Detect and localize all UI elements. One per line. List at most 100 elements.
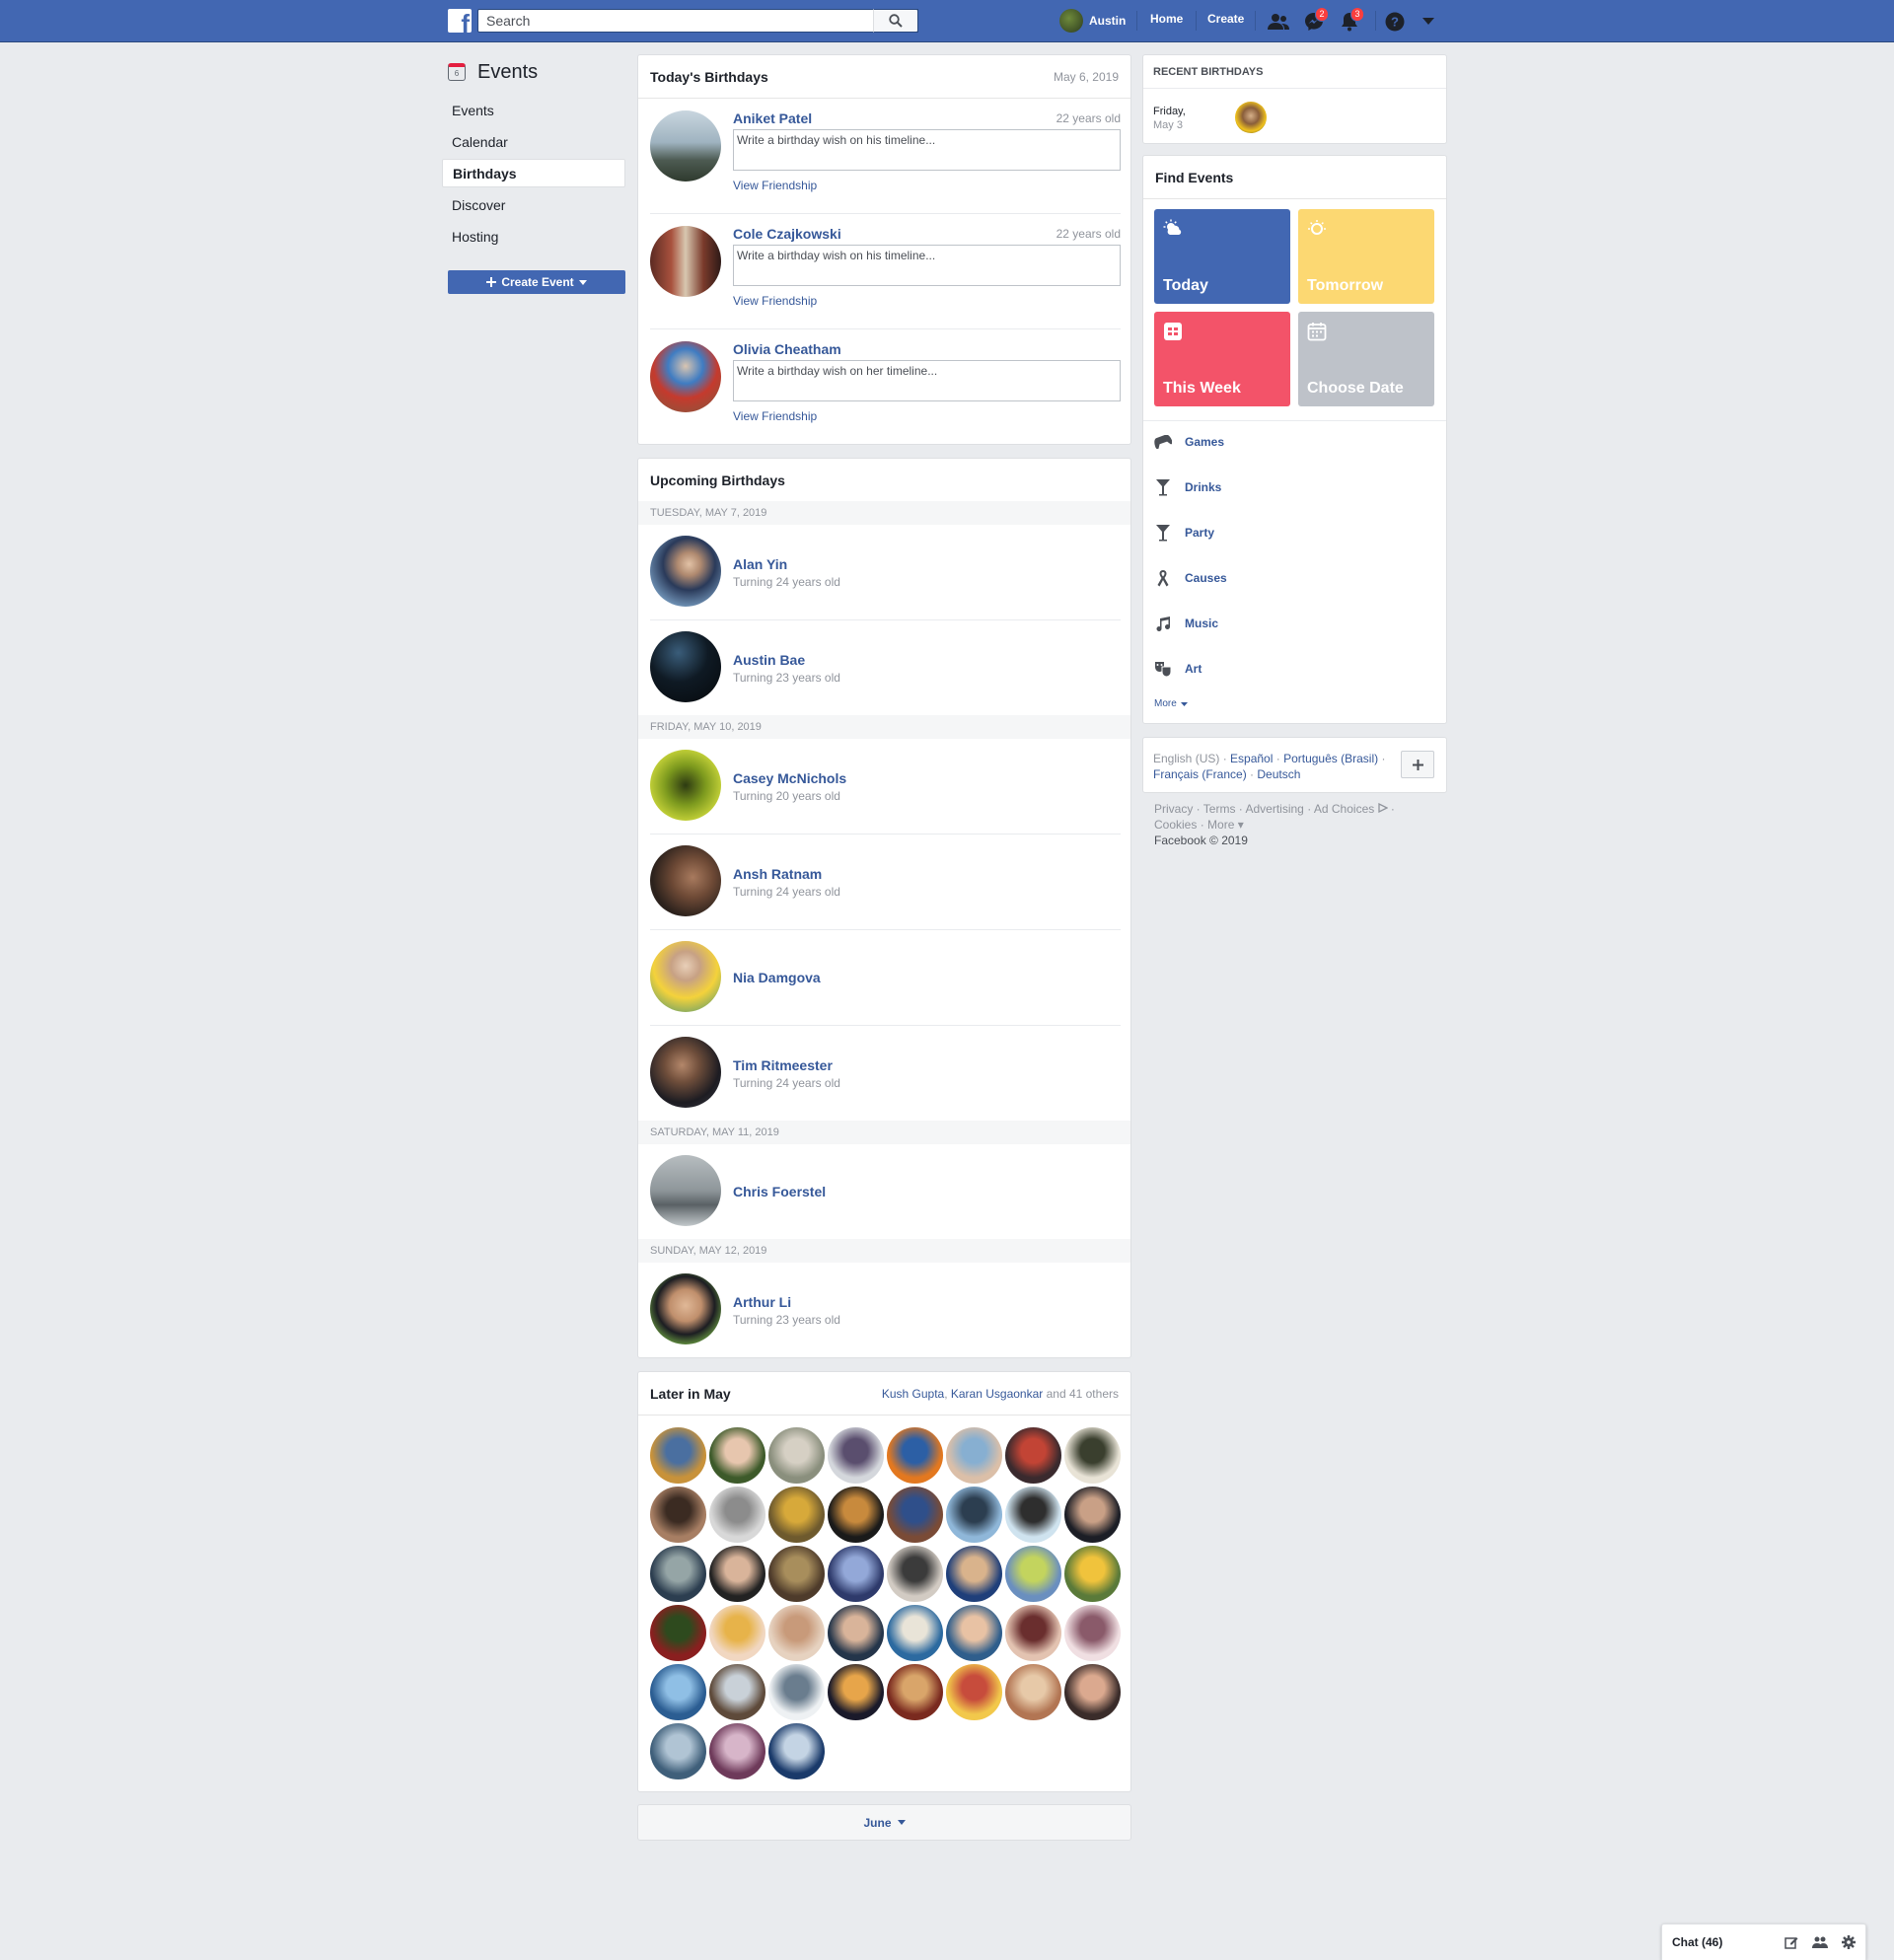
friend-name-link[interactable]: Aniket Patel (733, 110, 812, 126)
create-event-button[interactable]: Create Event (448, 270, 625, 294)
more-link[interactable]: More (1207, 818, 1234, 832)
friend-avatar[interactable] (946, 1427, 1002, 1484)
today-tile[interactable]: Today (1154, 209, 1290, 304)
friend-name-link[interactable]: Casey McNichols (733, 770, 846, 786)
search-button[interactable] (873, 9, 918, 33)
friend-avatar[interactable] (650, 1605, 706, 1661)
friend-avatar[interactable] (650, 1723, 706, 1779)
friend-avatar[interactable] (828, 1427, 884, 1484)
friend-name-link[interactable]: Arthur Li (733, 1294, 791, 1310)
friend-avatar[interactable] (768, 1723, 825, 1779)
advertising-link[interactable]: Advertising (1245, 802, 1303, 816)
birthday-wish-input[interactable] (733, 245, 1121, 286)
friend-avatar[interactable] (650, 1664, 706, 1720)
events-header[interactable]: 6 Events (442, 54, 627, 90)
avatar[interactable] (650, 341, 721, 412)
sidebar-item-birthdays[interactable]: Birthdays (442, 159, 625, 187)
category-causes[interactable]: Causes (1153, 568, 1227, 588)
chat-bar[interactable]: Chat (46) (1661, 1924, 1866, 1960)
compose-icon[interactable] (1785, 1935, 1798, 1949)
friend-avatar[interactable] (1005, 1664, 1061, 1720)
cookies-link[interactable]: Cookies (1154, 818, 1197, 832)
friend-avatar[interactable] (1064, 1664, 1121, 1720)
friend-name-link[interactable]: Nia Damgova (733, 970, 821, 985)
category-art[interactable]: Art (1153, 659, 1202, 679)
friend-avatar[interactable] (768, 1664, 825, 1720)
friend-avatar[interactable] (768, 1487, 825, 1543)
settings-gear-icon[interactable] (1842, 1935, 1856, 1949)
friend-avatar[interactable] (946, 1487, 1002, 1543)
friend-name-link[interactable]: Tim Ritmeester (733, 1057, 833, 1073)
account-menu-chevron-down-icon[interactable] (1417, 10, 1440, 34)
friend-name-link[interactable]: Chris Foerstel (733, 1184, 826, 1199)
friend-avatar[interactable] (1005, 1546, 1061, 1602)
friend-avatar[interactable] (887, 1427, 943, 1484)
view-friendship-link[interactable]: View Friendship (733, 179, 817, 192)
friend-avatar[interactable] (946, 1546, 1002, 1602)
friend-avatar[interactable] (828, 1487, 884, 1543)
friend-avatar[interactable] (1064, 1546, 1121, 1602)
sidebar-item-calendar[interactable]: Calendar (442, 127, 625, 156)
friend-avatar[interactable] (887, 1605, 943, 1661)
tomorrow-tile[interactable]: Tomorrow (1298, 209, 1434, 304)
language-link[interactable]: Español (1230, 752, 1273, 765)
avatar[interactable] (650, 1273, 721, 1344)
friend-avatar[interactable] (828, 1546, 884, 1602)
category-drinks[interactable]: Drinks (1153, 477, 1221, 497)
language-link[interactable]: Français (France) (1153, 767, 1247, 781)
language-link[interactable]: Português (Brasil) (1283, 752, 1378, 765)
friend-avatar[interactable] (946, 1664, 1002, 1720)
search-input[interactable] (478, 10, 917, 32)
profile-link[interactable]: Austin (1059, 8, 1126, 34)
friend-avatar[interactable] (709, 1723, 765, 1779)
search-box[interactable] (477, 9, 918, 33)
sidebar-item-events[interactable]: Events (442, 96, 625, 124)
friend-avatar[interactable] (650, 1546, 706, 1602)
friend-name-link[interactable]: Karan Usgaonkar (951, 1387, 1043, 1401)
friend-name-link[interactable]: Ansh Ratnam (733, 866, 822, 882)
friend-avatar[interactable] (946, 1605, 1002, 1661)
home-link[interactable]: Home (1150, 12, 1183, 26)
this-week-tile[interactable]: This Week (1154, 312, 1290, 406)
avatar[interactable] (650, 536, 721, 607)
friend-avatar[interactable] (1064, 1487, 1121, 1543)
avatar[interactable] (650, 226, 721, 297)
friend-avatar[interactable] (1064, 1427, 1121, 1484)
friend-avatar[interactable] (768, 1605, 825, 1661)
group-icon[interactable] (1812, 1935, 1828, 1949)
ad-choices-link[interactable]: Ad Choices (1314, 802, 1374, 816)
friend-avatar[interactable] (887, 1487, 943, 1543)
language-link[interactable]: Deutsch (1257, 767, 1300, 781)
help-icon[interactable]: ? (1383, 10, 1407, 34)
friend-avatar[interactable] (709, 1427, 765, 1484)
birthday-wish-input[interactable] (733, 360, 1121, 401)
choose-date-tile[interactable]: Choose Date (1298, 312, 1434, 406)
create-link[interactable]: Create (1207, 12, 1244, 26)
avatar[interactable] (1235, 102, 1267, 133)
view-friendship-link[interactable]: View Friendship (733, 409, 817, 423)
privacy-link[interactable]: Privacy (1154, 802, 1193, 816)
friend-avatar[interactable] (709, 1487, 765, 1543)
friend-avatar[interactable] (1005, 1487, 1061, 1543)
view-friendship-link[interactable]: View Friendship (733, 294, 817, 308)
terms-link[interactable]: Terms (1203, 802, 1236, 816)
friend-avatar[interactable] (768, 1427, 825, 1484)
friend-avatar[interactable] (768, 1546, 825, 1602)
june-button[interactable]: June (637, 1804, 1131, 1841)
add-language-button[interactable] (1401, 751, 1434, 778)
friend-name-link[interactable]: Kush Gupta (882, 1387, 944, 1401)
friend-avatar[interactable] (709, 1546, 765, 1602)
friend-name-link[interactable]: Alan Yin (733, 556, 787, 572)
friend-avatar[interactable] (887, 1664, 943, 1720)
category-music[interactable]: Music (1153, 614, 1218, 633)
friend-avatar[interactable] (1064, 1605, 1121, 1661)
avatar[interactable] (650, 1037, 721, 1108)
birthday-wish-input[interactable] (733, 129, 1121, 171)
friend-name-link[interactable]: Olivia Cheatham (733, 341, 841, 357)
sidebar-item-hosting[interactable]: Hosting (442, 222, 625, 251)
facebook-logo-icon[interactable]: f (448, 9, 472, 33)
friend-avatar[interactable] (650, 1487, 706, 1543)
avatar[interactable] (650, 845, 721, 916)
more-categories-link[interactable]: More (1154, 698, 1188, 709)
friend-name-link[interactable]: Cole Czajkowski (733, 226, 841, 242)
